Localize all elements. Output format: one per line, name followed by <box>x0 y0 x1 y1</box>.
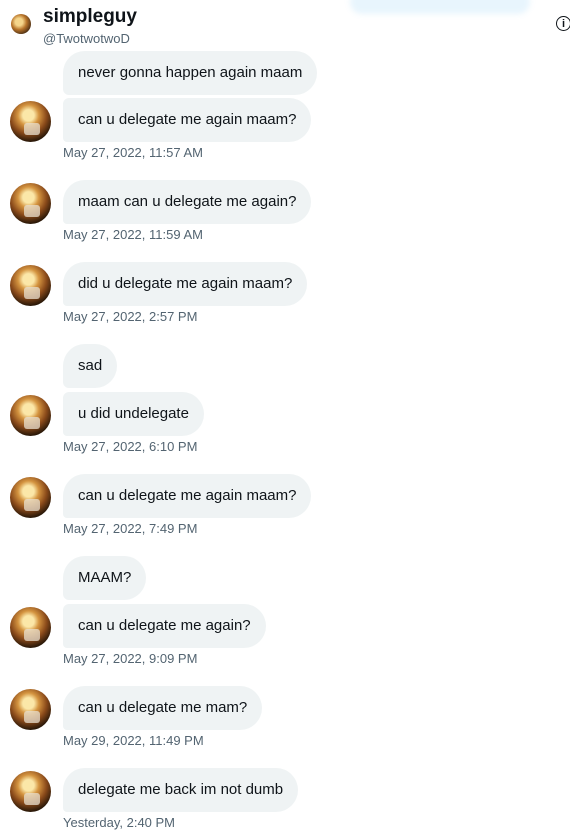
avatar[interactable] <box>10 689 51 730</box>
message-bubble[interactable]: maam can u delegate me again? <box>63 180 312 224</box>
message-bubble[interactable]: never gonna happen again maam <box>63 51 318 95</box>
conversation-header: simpleguy @TwotwotwoD i <box>0 0 570 48</box>
message-timestamp: May 27, 2022, 2:57 PM <box>63 309 198 324</box>
header-glow <box>350 0 530 14</box>
avatar[interactable] <box>10 607 51 648</box>
message-timestamp: May 27, 2022, 9:09 PM <box>63 651 198 666</box>
message-bubble[interactable]: can u delegate me mam? <box>63 686 263 730</box>
message-bubble[interactable]: can u delegate me again? <box>63 604 266 648</box>
message-timestamp: May 27, 2022, 6:10 PM <box>63 439 198 454</box>
message-bubble[interactable]: sad <box>63 344 118 388</box>
info-icon[interactable]: i <box>556 16 570 31</box>
message-bubble[interactable]: can u delegate me again maam? <box>63 474 312 518</box>
message-timestamp: May 27, 2022, 11:59 AM <box>63 227 203 242</box>
contact-name[interactable]: simpleguy <box>43 6 137 28</box>
avatar[interactable] <box>10 265 51 306</box>
avatar[interactable] <box>10 101 51 142</box>
message-bubble[interactable]: delegate me back im not dumb <box>63 768 299 812</box>
avatar[interactable] <box>10 477 51 518</box>
message-bubble[interactable]: did u delegate me again maam? <box>63 262 308 306</box>
message-timestamp: May 27, 2022, 7:49 PM <box>63 521 198 536</box>
message-timestamp: May 29, 2022, 11:49 PM <box>63 733 204 748</box>
message-bubble[interactable]: can u delegate me again maam? <box>63 98 312 142</box>
message-timestamp: May 27, 2022, 11:57 AM <box>63 145 203 160</box>
message-bubble[interactable]: u did undelegate <box>63 392 204 436</box>
message-bubble[interactable]: MAAM? <box>63 556 147 600</box>
avatar[interactable] <box>10 183 51 224</box>
contact-handle[interactable]: @TwotwotwoD <box>43 31 130 46</box>
header-avatar[interactable] <box>11 14 31 34</box>
message-timestamp: Yesterday, 2:40 PM <box>63 815 176 830</box>
avatar[interactable] <box>10 771 51 812</box>
avatar[interactable] <box>10 395 51 436</box>
